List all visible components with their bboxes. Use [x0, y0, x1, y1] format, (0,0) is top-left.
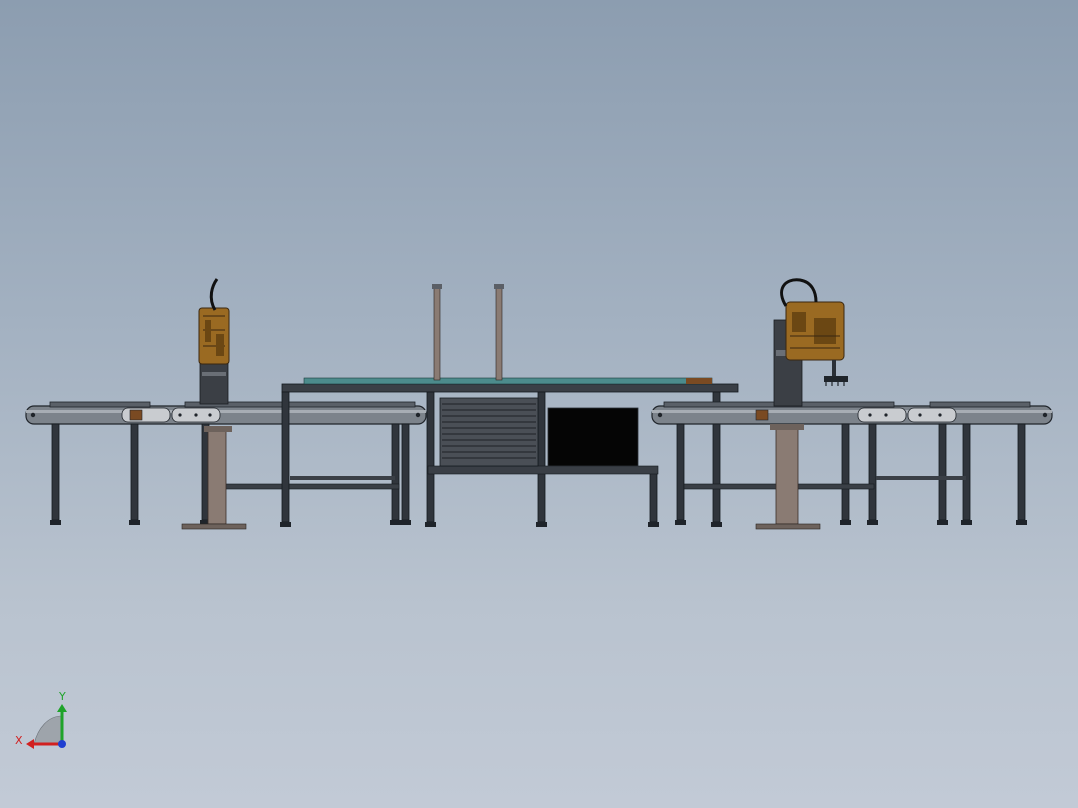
- y-axis-label: Y: [58, 690, 66, 703]
- triad-plane: [33, 715, 63, 745]
- cad-viewport[interactable]: Y X: [0, 0, 1078, 808]
- z-axis-icon: [58, 740, 66, 748]
- right-conveyor[interactable]: [651, 401, 1053, 525]
- x-axis-label: X: [15, 734, 23, 747]
- orientation-triad[interactable]: Y X: [15, 690, 67, 749]
